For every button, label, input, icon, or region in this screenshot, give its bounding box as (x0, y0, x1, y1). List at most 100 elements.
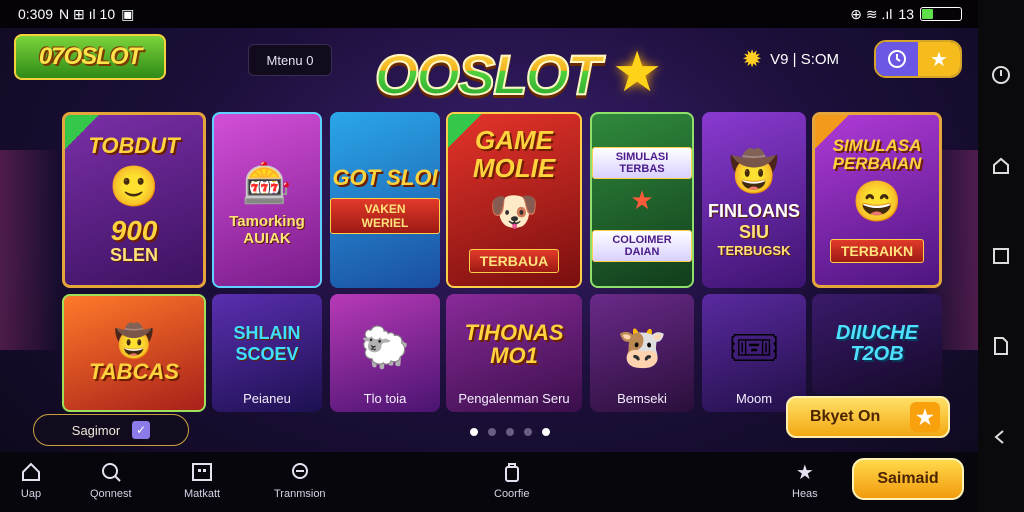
game-card[interactable]: TOBDUT 🙂 900 SLEN (62, 112, 206, 288)
dog-icon: 🐶 (489, 189, 539, 234)
game-card[interactable]: 🤠 TABCAS (62, 294, 206, 412)
page-indicator[interactable] (470, 428, 550, 436)
corner-ribbon (448, 114, 482, 148)
nav-label: Coorfie (494, 488, 530, 500)
nav-item-coffee[interactable]: Coorfie (494, 460, 529, 500)
nav-label: Matkatt (184, 488, 221, 500)
brand-logo-small[interactable]: 07OSLOT (14, 34, 166, 80)
game-card[interactable]: 🎟 Moom (702, 294, 806, 412)
game-card[interactable]: DIIUCHE T2OB (812, 294, 942, 394)
toy-icon: 🐮 (617, 325, 667, 370)
star-icon: ★ (630, 184, 654, 215)
nav-label: Uap (20, 488, 42, 500)
battery-icon (920, 7, 962, 21)
nav-label: Heas (792, 488, 818, 500)
card-title: TOBDUT (88, 132, 180, 158)
status-bar: 0:309 N ⊞ ıl 10 ▣ ⊕ ≋ .ıl 13 (0, 0, 978, 28)
sheep-icon: 🐑 (360, 325, 410, 370)
game-card[interactable]: 🐑 Tlo toia (330, 294, 440, 412)
card-title: DIIUCHE T2OB (835, 322, 919, 365)
play-button[interactable]: Bkyet On ★ (786, 396, 950, 438)
check-icon: ✓ (132, 421, 151, 439)
sun-icon: ✹ (742, 45, 763, 73)
nav-item-favorites[interactable]: ★ Heas (792, 460, 818, 501)
card-badge: COLOIMER DAIAN (592, 229, 692, 262)
game-card[interactable]: GOT SLOI VAKEN WERIEL (330, 112, 440, 288)
bottom-navigation: Uap Qonnest Matkatt Tranmsion Coorfie ★ … (0, 452, 978, 512)
game-card[interactable]: SHLAIN SCOEV Peianeu (212, 294, 322, 412)
main-logo: OOSLOT (362, 38, 612, 110)
status-indicators: N ⊞ ıl 10 (59, 5, 116, 22)
card-caption: Pengalenman Seru (458, 391, 570, 406)
card-caption: Bemseki (617, 391, 667, 406)
grid-icon (191, 460, 213, 484)
card-title: FINLOANS (708, 201, 800, 221)
game-card[interactable]: GAME MOLIE 🐶 TERBAUA (446, 112, 582, 288)
card-badge: TERBAUA (468, 248, 560, 273)
nav-label: Tranmsion (274, 488, 326, 500)
card-title: TABCAS (88, 359, 180, 385)
search-icon (100, 460, 122, 484)
menu-chip[interactable]: Mtenu 0 (248, 44, 332, 76)
game-card[interactable]: 🎰 Tamorking AUIAK (212, 112, 322, 288)
card-title: SIMULASI TERBAS (592, 146, 692, 179)
card-caption: Peianeu (243, 391, 291, 406)
document-icon[interactable] (990, 335, 1012, 357)
game-card[interactable]: 🤠 FINLOANS SIU TERBUGSK (702, 112, 806, 288)
clock-icon[interactable] (876, 42, 918, 76)
battery-fill (922, 9, 934, 19)
star-toggle-icon[interactable]: ★ (918, 42, 960, 76)
timer-text: V9 | S:OM (770, 50, 840, 68)
corner-ribbon (65, 115, 99, 149)
avatar-icon: 🤠 (729, 150, 779, 194)
page-dot[interactable] (506, 428, 514, 436)
signal-icons: ⊕ ≋ .ıl (850, 5, 893, 22)
card-badge: SLEN (109, 245, 158, 266)
corner-ribbon (815, 115, 849, 149)
avatar-icon: 🙂 (109, 164, 159, 209)
search-chip[interactable]: Sagimor ✓ (33, 414, 189, 446)
nav-item-search[interactable]: Qonnest (90, 460, 132, 500)
nav-label: Qonnest (90, 488, 132, 500)
page-dot[interactable] (524, 428, 532, 436)
card-badge: TERBAIKN (829, 239, 925, 264)
location-icon[interactable] (990, 64, 1012, 86)
card-title: GOT SLOI (332, 165, 438, 191)
status-notification-icon: ▣ (121, 5, 135, 22)
slot-machine-icon: 🎰 (242, 161, 292, 206)
star-icon: ★ (795, 461, 814, 484)
nav-item-home[interactable]: Uap (20, 460, 42, 500)
card-badge: VAKEN WERIEL (330, 197, 440, 234)
battery-label: 13 (898, 6, 914, 22)
card-subtitle: Tamorking AUIAK (229, 212, 305, 247)
card-badge: TERBUGSK (717, 243, 791, 258)
star-icon: ★ (612, 40, 663, 103)
status-time: 0:309 (18, 6, 54, 22)
home-outline-icon[interactable] (990, 155, 1012, 177)
timer-chip[interactable]: ✹ V9 | S:OM (742, 42, 864, 76)
page-dot[interactable] (470, 428, 478, 436)
page-dot[interactable] (488, 428, 496, 436)
ticket-icon: 🎟 (728, 325, 780, 370)
cta-button[interactable]: Saimaid (852, 458, 964, 500)
avatar-icon: 🤠 (114, 323, 154, 360)
game-card[interactable]: SIMULASA PERBAIAN 😄 TERBAIKN (812, 112, 942, 288)
system-nav-bar (978, 0, 1024, 512)
page-dot[interactable] (542, 428, 550, 436)
game-card[interactable]: 🐮 Bemseki (590, 294, 694, 412)
bag-icon (501, 460, 523, 484)
search-chip-label: Sagimor (71, 422, 121, 438)
home-icon (20, 460, 42, 484)
card-subtitle: 900 (110, 214, 158, 246)
nav-item-transmission[interactable]: Tranmsion (274, 460, 326, 500)
mode-toggle[interactable]: ★ (874, 40, 962, 78)
game-card[interactable]: TIHONAS MO1 Pengalenman Seru (446, 294, 582, 412)
nav-item-market[interactable]: Matkatt (184, 460, 220, 500)
card-caption: Tlo toia (363, 391, 407, 406)
game-card[interactable]: SIMULASI TERBAS ★ COLOIMER DAIAN (590, 112, 694, 288)
recent-apps-icon[interactable] (990, 245, 1012, 267)
star-icon: ★ (910, 402, 940, 432)
app-screen: 0:309 N ⊞ ıl 10 ▣ ⊕ ≋ .ıl 13 07OSLOT Mte… (0, 0, 1024, 512)
card-title: SHLAIN SCOEV (233, 323, 301, 364)
back-icon[interactable] (990, 426, 1012, 448)
